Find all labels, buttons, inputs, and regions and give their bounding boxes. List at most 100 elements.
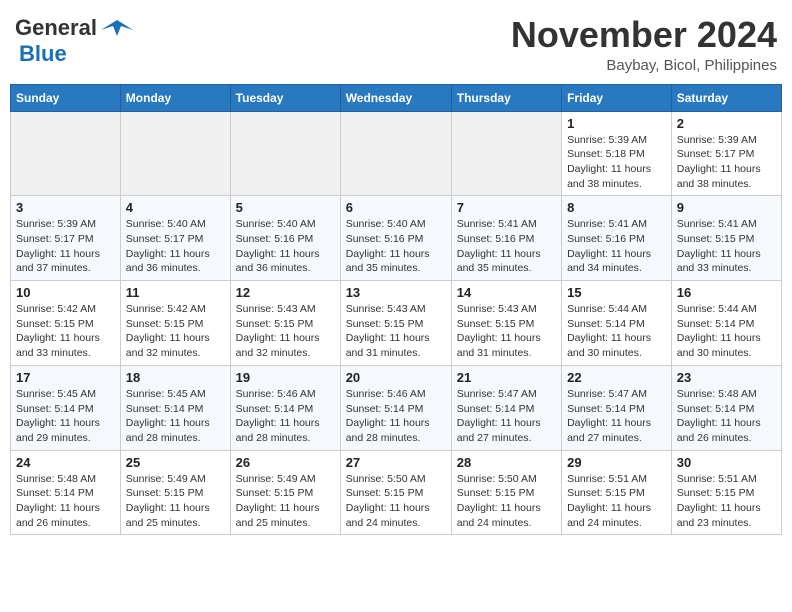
day-number: 25 (126, 455, 225, 470)
day-info: Sunrise: 5:42 AM Sunset: 5:15 PM Dayligh… (16, 302, 115, 361)
calendar-cell: 16 Sunrise: 5:44 AM Sunset: 5:14 PM Dayli… (671, 281, 781, 366)
page-header: General Blue November 2024 Baybay, Bicol… (10, 10, 782, 74)
calendar-cell: 24 Sunrise: 5:48 AM Sunset: 5:14 PM Dayli… (11, 450, 121, 535)
calendar-cell: 15 Sunrise: 5:44 AM Sunset: 5:14 PM Dayli… (562, 281, 672, 366)
day-info: Sunrise: 5:49 AM Sunset: 5:15 PM Dayligh… (236, 472, 335, 531)
calendar-cell: 9Sunrise: 5:41 AM Sunset: 5:15 PM Daylig… (671, 196, 781, 281)
calendar-cell: 23 Sunrise: 5:48 AM Sunset: 5:14 PM Dayli… (671, 365, 781, 450)
calendar-cell: 21 Sunrise: 5:47 AM Sunset: 5:14 PM Dayli… (451, 365, 561, 450)
calendar-cell (451, 111, 561, 196)
day-info: Sunrise: 5:40 AM Sunset: 5:16 PM Dayligh… (236, 217, 335, 276)
weekday-header: Friday (562, 84, 672, 111)
day-number: 24 (16, 455, 115, 470)
calendar-cell: 17 Sunrise: 5:45 AM Sunset: 5:14 PM Dayli… (11, 365, 121, 450)
day-number: 11 (126, 285, 225, 300)
calendar-cell (11, 111, 121, 196)
day-number: 16 (677, 285, 776, 300)
day-info: Sunrise: 5:41 AM Sunset: 5:15 PM Dayligh… (677, 217, 776, 276)
logo-general-text: General (15, 15, 97, 41)
day-info: Sunrise: 5:49 AM Sunset: 5:15 PM Dayligh… (126, 472, 225, 531)
day-info: Sunrise: 5:43 AM Sunset: 5:15 PM Dayligh… (236, 302, 335, 361)
day-info: Sunrise: 5:40 AM Sunset: 5:16 PM Dayligh… (346, 217, 446, 276)
logo-blue-text: Blue (19, 41, 67, 66)
day-number: 6 (346, 200, 446, 215)
day-number: 17 (16, 370, 115, 385)
day-info: Sunrise: 5:42 AM Sunset: 5:15 PM Dayligh… (126, 302, 225, 361)
weekday-header: Wednesday (340, 84, 451, 111)
day-number: 10 (16, 285, 115, 300)
month-title: November 2024 (511, 15, 777, 55)
day-number: 5 (236, 200, 335, 215)
day-info: Sunrise: 5:51 AM Sunset: 5:15 PM Dayligh… (677, 472, 776, 531)
day-number: 3 (16, 200, 115, 215)
calendar-week-row: 3 Sunrise: 5:39 AM Sunset: 5:17 PM Daylig… (11, 196, 782, 281)
day-info: Sunrise: 5:48 AM Sunset: 5:14 PM Dayligh… (677, 387, 776, 446)
day-info: Sunrise: 5:44 AM Sunset: 5:14 PM Dayligh… (567, 302, 666, 361)
calendar-week-row: 24 Sunrise: 5:48 AM Sunset: 5:14 PM Dayli… (11, 450, 782, 535)
calendar-cell: 3 Sunrise: 5:39 AM Sunset: 5:17 PM Daylig… (11, 196, 121, 281)
weekday-header-row: SundayMondayTuesdayWednesdayThursdayFrid… (11, 84, 782, 111)
day-number: 22 (567, 370, 666, 385)
day-info: Sunrise: 5:43 AM Sunset: 5:15 PM Dayligh… (346, 302, 446, 361)
day-number: 27 (346, 455, 446, 470)
calendar-cell: 30 Sunrise: 5:51 AM Sunset: 5:15 PM Dayli… (671, 450, 781, 535)
day-number: 26 (236, 455, 335, 470)
calendar-cell: 25 Sunrise: 5:49 AM Sunset: 5:15 PM Dayli… (120, 450, 230, 535)
day-number: 23 (677, 370, 776, 385)
calendar-cell (120, 111, 230, 196)
calendar-cell: 1 Sunrise: 5:39 AM Sunset: 5:18 PM Daylig… (562, 111, 672, 196)
day-info: Sunrise: 5:47 AM Sunset: 5:14 PM Dayligh… (457, 387, 556, 446)
day-info: Sunrise: 5:50 AM Sunset: 5:15 PM Dayligh… (457, 472, 556, 531)
calendar-cell: 20Sunrise: 5:46 AM Sunset: 5:14 PM Dayli… (340, 365, 451, 450)
day-info: Sunrise: 5:39 AM Sunset: 5:18 PM Dayligh… (567, 133, 666, 192)
day-number: 14 (457, 285, 556, 300)
calendar-cell: 6 Sunrise: 5:40 AM Sunset: 5:16 PM Daylig… (340, 196, 451, 281)
calendar-cell: 7 Sunrise: 5:41 AM Sunset: 5:16 PM Daylig… (451, 196, 561, 281)
day-info: Sunrise: 5:48 AM Sunset: 5:14 PM Dayligh… (16, 472, 115, 531)
calendar-week-row: 1 Sunrise: 5:39 AM Sunset: 5:18 PM Daylig… (11, 111, 782, 196)
day-info: Sunrise: 5:39 AM Sunset: 5:17 PM Dayligh… (677, 133, 776, 192)
day-info: Sunrise: 5:41 AM Sunset: 5:16 PM Dayligh… (457, 217, 556, 276)
calendar-cell: 4Sunrise: 5:40 AM Sunset: 5:17 PM Daylig… (120, 196, 230, 281)
calendar-cell: 18Sunrise: 5:45 AM Sunset: 5:14 PM Dayli… (120, 365, 230, 450)
day-number: 21 (457, 370, 556, 385)
day-info: Sunrise: 5:41 AM Sunset: 5:16 PM Dayligh… (567, 217, 666, 276)
day-info: Sunrise: 5:46 AM Sunset: 5:14 PM Dayligh… (346, 387, 446, 446)
calendar-cell: 22Sunrise: 5:47 AM Sunset: 5:14 PM Dayli… (562, 365, 672, 450)
logo-bird-icon (101, 16, 133, 40)
calendar-cell (340, 111, 451, 196)
calendar-table: SundayMondayTuesdayWednesdayThursdayFrid… (10, 84, 782, 536)
calendar-cell: 2 Sunrise: 5:39 AM Sunset: 5:17 PM Daylig… (671, 111, 781, 196)
title-block: November 2024 Baybay, Bicol, Philippines (511, 15, 777, 74)
day-info: Sunrise: 5:46 AM Sunset: 5:14 PM Dayligh… (236, 387, 335, 446)
day-number: 7 (457, 200, 556, 215)
calendar-cell: 27Sunrise: 5:50 AM Sunset: 5:15 PM Dayli… (340, 450, 451, 535)
day-number: 13 (346, 285, 446, 300)
day-info: Sunrise: 5:45 AM Sunset: 5:14 PM Dayligh… (126, 387, 225, 446)
location-subtitle: Baybay, Bicol, Philippines (511, 57, 777, 74)
day-info: Sunrise: 5:44 AM Sunset: 5:14 PM Dayligh… (677, 302, 776, 361)
calendar-cell: 11 Sunrise: 5:42 AM Sunset: 5:15 PM Dayli… (120, 281, 230, 366)
day-number: 15 (567, 285, 666, 300)
logo: General Blue (15, 15, 133, 67)
day-number: 30 (677, 455, 776, 470)
weekday-header: Sunday (11, 84, 121, 111)
day-number: 2 (677, 116, 776, 131)
calendar-cell: 29Sunrise: 5:51 AM Sunset: 5:15 PM Dayli… (562, 450, 672, 535)
day-info: Sunrise: 5:39 AM Sunset: 5:17 PM Dayligh… (16, 217, 115, 276)
calendar-cell: 8 Sunrise: 5:41 AM Sunset: 5:16 PM Daylig… (562, 196, 672, 281)
calendar-cell (230, 111, 340, 196)
calendar-cell: 13 Sunrise: 5:43 AM Sunset: 5:15 PM Dayli… (340, 281, 451, 366)
calendar-cell: 19Sunrise: 5:46 AM Sunset: 5:14 PM Dayli… (230, 365, 340, 450)
calendar-cell: 12Sunrise: 5:43 AM Sunset: 5:15 PM Dayli… (230, 281, 340, 366)
calendar-cell: 5 Sunrise: 5:40 AM Sunset: 5:16 PM Daylig… (230, 196, 340, 281)
day-number: 1 (567, 116, 666, 131)
weekday-header: Monday (120, 84, 230, 111)
calendar-cell: 28Sunrise: 5:50 AM Sunset: 5:15 PM Dayli… (451, 450, 561, 535)
calendar-cell: 26 Sunrise: 5:49 AM Sunset: 5:15 PM Dayli… (230, 450, 340, 535)
day-info: Sunrise: 5:45 AM Sunset: 5:14 PM Dayligh… (16, 387, 115, 446)
weekday-header: Tuesday (230, 84, 340, 111)
calendar-cell: 10 Sunrise: 5:42 AM Sunset: 5:15 PM Dayli… (11, 281, 121, 366)
day-number: 8 (567, 200, 666, 215)
day-number: 4 (126, 200, 225, 215)
